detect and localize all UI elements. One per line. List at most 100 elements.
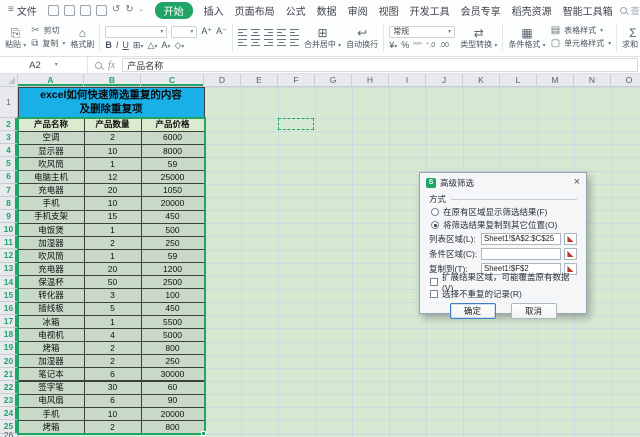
row-header-6[interactable]: 6 — [0, 170, 18, 184]
row-header-11[interactable]: 11 — [0, 236, 18, 250]
redo-icon[interactable]: ↻ — [125, 5, 133, 15]
select-all-corner[interactable] — [0, 74, 18, 87]
table-cell[interactable]: 15 — [83, 209, 142, 224]
table-cell[interactable]: 4 — [83, 327, 142, 343]
tab-插入[interactable]: 插入 — [204, 3, 224, 18]
column-header-K[interactable]: K — [463, 74, 500, 87]
table-cell[interactable]: 6000 — [140, 130, 205, 145]
column-header-F[interactable]: F — [278, 74, 315, 87]
tab-视图[interactable]: 视图 — [379, 3, 399, 18]
align-left-icon[interactable] — [237, 39, 247, 46]
name-box[interactable]: A2 ▾ — [0, 57, 88, 73]
table-cell[interactable]: 签字笔 — [17, 380, 85, 395]
row-header-19[interactable]: 19 — [0, 341, 18, 355]
table-header-cell[interactable]: 产品名称 — [17, 117, 85, 132]
table-cell[interactable]: 手机支架 — [17, 209, 85, 224]
table-cell[interactable]: 250 — [140, 235, 205, 250]
customize-quick-access-icon[interactable]: ⌄ — [139, 7, 144, 13]
row-header-12[interactable]: 12 — [0, 249, 18, 263]
dialog-title-bar[interactable]: S 高级筛选 × — [420, 173, 586, 192]
table-cell[interactable]: 电饭煲 — [17, 222, 85, 237]
highlight-dropdown[interactable]: ◇▾ — [174, 40, 184, 50]
table-cell[interactable]: 保温杯 — [17, 275, 85, 290]
table-cell[interactable]: 30 — [83, 380, 142, 395]
table-cell[interactable]: 吹风筒 — [17, 249, 85, 264]
tab-会员专享[interactable]: 会员专享 — [461, 3, 501, 18]
undo-icon[interactable]: ↺ — [112, 5, 120, 15]
table-cell[interactable]: 50 — [83, 275, 142, 290]
distribute-icon[interactable] — [289, 39, 299, 46]
column-header-E[interactable]: E — [241, 74, 278, 87]
formula-input[interactable]: 产品名称 — [122, 58, 638, 72]
table-cell[interactable]: 空调 — [17, 130, 85, 145]
table-cell[interactable]: 6 — [83, 393, 142, 408]
bold-button[interactable]: B — [105, 40, 112, 50]
output-icon[interactable] — [63, 4, 75, 16]
decrease-decimal-icon[interactable]: .00 — [439, 42, 449, 49]
table-cell[interactable]: 电视机 — [17, 327, 85, 343]
table-cell[interactable]: 加湿器 — [17, 235, 85, 250]
radio-copy-to-location[interactable]: 将筛选结果复制到其它位置(O) — [429, 218, 577, 231]
table-cell[interactable]: 20 — [83, 262, 142, 277]
table-cell[interactable]: 电风扇 — [17, 393, 85, 408]
align-top-icon[interactable] — [237, 29, 247, 36]
column-header-M[interactable]: M — [537, 74, 574, 87]
table-cell[interactable]: 电脑主机 — [17, 170, 85, 185]
row-header-17[interactable]: 17 — [0, 315, 18, 329]
table-header-cell[interactable]: 产品价格 — [140, 117, 205, 132]
table-cell[interactable]: 加湿器 — [17, 354, 85, 369]
currency-icon[interactable]: ¥▾ — [389, 40, 397, 50]
percent-icon[interactable]: % — [401, 40, 409, 50]
row-header-26[interactable]: 26 — [0, 430, 18, 437]
row-header-16[interactable]: 16 — [0, 302, 18, 316]
table-cell[interactable]: 转化器 — [17, 288, 85, 303]
table-cell[interactable]: 烤箱 — [17, 419, 85, 435]
row-header-10[interactable]: 10 — [0, 223, 18, 237]
dialog-close-icon[interactable]: × — [574, 177, 580, 188]
merge-center-button[interactable]: ⊞ 合并居中 ▾ — [304, 27, 341, 49]
table-cell[interactable]: 5000 — [140, 327, 205, 343]
table-cell[interactable]: 2 — [83, 341, 142, 356]
align-right-icon[interactable] — [263, 39, 273, 46]
tab-数据[interactable]: 数据 — [317, 3, 337, 18]
row-header-18[interactable]: 18 — [0, 328, 18, 342]
column-header-O[interactable]: O — [611, 74, 640, 87]
row-header-4[interactable]: 4 — [0, 144, 18, 158]
table-cell[interactable]: 250 — [140, 354, 205, 369]
justify-icon[interactable] — [276, 39, 286, 46]
checkbox-unique-records[interactable]: 选择不重复的记录(R) — [429, 288, 577, 300]
row-header-2[interactable]: 2 — [0, 118, 18, 132]
print-preview-icon[interactable] — [95, 4, 107, 16]
format-painter-button[interactable]: ⌂ 格式刷 — [70, 27, 94, 49]
wrap-text-button[interactable]: ↩ 自动换行 — [346, 27, 378, 49]
name-box-dropdown-icon[interactable]: ▾ — [55, 62, 58, 68]
table-cell[interactable]: 5 — [83, 301, 142, 316]
table-cell[interactable]: 插线板 — [17, 301, 85, 316]
table-cell[interactable]: 2 — [83, 354, 142, 369]
font-color-dropdown[interactable]: A▾ — [161, 40, 170, 50]
tab-稻壳资源[interactable]: 稻壳资源 — [512, 3, 552, 18]
table-cell[interactable]: 800 — [140, 341, 205, 356]
cut-button[interactable]: ✂ 剪切 — [31, 26, 65, 36]
row-header-9[interactable]: 9 — [0, 210, 18, 224]
range-input-1[interactable] — [481, 247, 561, 260]
range-picker-icon[interactable]: ◣ — [564, 247, 577, 260]
column-header-I[interactable]: I — [389, 74, 426, 87]
table-cell[interactable]: 30000 — [140, 367, 205, 382]
align-bottom-icon[interactable] — [263, 29, 273, 36]
copy-button[interactable]: ⧉ 复制 ▾ — [31, 39, 65, 49]
table-cell[interactable]: 6 — [83, 367, 142, 382]
table-cell[interactable]: 显示器 — [17, 143, 85, 158]
align-center-icon[interactable] — [250, 39, 260, 46]
table-cell[interactable]: 20000 — [140, 406, 205, 421]
table-cell[interactable]: 1050 — [140, 183, 205, 198]
tab-智能工具箱[interactable]: 智能工具箱 — [563, 3, 613, 18]
save-icon[interactable] — [47, 4, 59, 16]
increase-font-icon[interactable]: A⁺ — [201, 27, 212, 36]
table-cell[interactable]: 800 — [140, 419, 205, 435]
row-header-13[interactable]: 13 — [0, 262, 18, 276]
row-header-21[interactable]: 21 — [0, 367, 18, 381]
table-cell[interactable]: 吹风筒 — [17, 156, 85, 172]
tab-开发工具[interactable]: 开发工具 — [410, 3, 450, 18]
table-cell[interactable]: 450 — [140, 209, 205, 224]
